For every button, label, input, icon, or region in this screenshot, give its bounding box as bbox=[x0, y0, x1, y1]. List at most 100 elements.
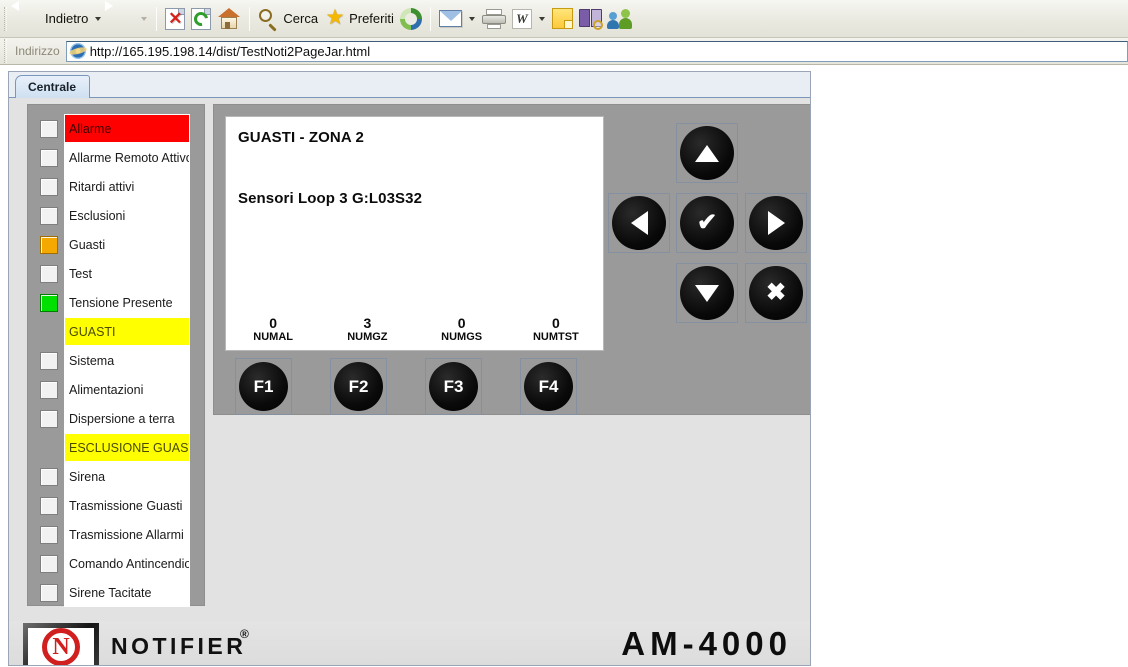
led-indicator-tensione bbox=[40, 293, 58, 312]
edit-dropdown-icon[interactable] bbox=[538, 16, 545, 21]
toolbar-separator bbox=[429, 6, 431, 31]
led-label: ESCLUSIONE GUASTI bbox=[64, 433, 190, 462]
function-key-f2[interactable]: F2 bbox=[330, 358, 387, 415]
note-button[interactable] bbox=[549, 4, 576, 34]
word-icon: W bbox=[511, 8, 532, 29]
led-row[interactable]: Guasti bbox=[40, 230, 190, 259]
counter-name: NUMTST bbox=[532, 331, 579, 343]
counter-value: 3 bbox=[363, 315, 372, 331]
function-key-f4-label: F4 bbox=[524, 362, 573, 411]
forward-history-dropdown-icon[interactable] bbox=[141, 16, 148, 21]
led-row[interactable]: Dispersione a terra bbox=[40, 404, 190, 433]
nav-down-button[interactable] bbox=[676, 263, 738, 323]
navigation-pad: ✔ ✖ bbox=[608, 123, 808, 323]
nav-left-button[interactable] bbox=[608, 193, 670, 253]
nav-right-button[interactable] bbox=[745, 193, 807, 253]
stop-button[interactable]: ✕ bbox=[162, 4, 188, 34]
function-key-row: F1 F2 F3 F4 bbox=[235, 358, 577, 415]
led-row[interactable]: Allarme Remoto Attivo bbox=[40, 143, 190, 172]
led-row[interactable]: Trasmissione Allarmi bbox=[40, 520, 190, 549]
led-indicator bbox=[40, 177, 58, 196]
function-key-f1[interactable]: F1 bbox=[235, 358, 292, 415]
led-label: Esclusioni bbox=[64, 201, 190, 230]
led-row[interactable]: Alimentazioni bbox=[40, 375, 190, 404]
nav-ok-button[interactable]: ✔ bbox=[676, 193, 738, 253]
led-row[interactable]: Sirene Tacitate bbox=[40, 578, 190, 607]
edit-with-word-button[interactable]: W bbox=[509, 4, 535, 34]
mail-button[interactable] bbox=[436, 4, 465, 34]
led-row[interactable]: Ritardi attivi bbox=[40, 172, 190, 201]
registered-mark: ® bbox=[240, 627, 249, 641]
address-input[interactable]: http://165.195.198.14/dist/TestNoti2Page… bbox=[65, 40, 1128, 62]
back-history-dropdown-icon[interactable] bbox=[95, 16, 102, 21]
toolbar-separator bbox=[249, 6, 251, 31]
led-row[interactable]: Comando Antincendio bbox=[40, 549, 190, 578]
control-console: GUASTI - ZONA 2 Sensori Loop 3 G:L03S32 … bbox=[213, 104, 810, 415]
lcd-line-2: Sensori Loop 3 G:L03S32 bbox=[238, 190, 423, 207]
history-button[interactable] bbox=[397, 4, 425, 34]
led-indicator-guasti bbox=[40, 235, 58, 254]
note-icon bbox=[551, 8, 573, 29]
led-row[interactable]: ESCLUSIONE GUASTI bbox=[40, 433, 190, 462]
panel-body: Allarme Allarme Remoto Attivo Ritardi at… bbox=[9, 98, 810, 665]
led-row[interactable]: Allarme bbox=[40, 114, 190, 143]
function-key-f3-label: F3 bbox=[429, 362, 478, 411]
address-url-text: http://165.195.198.14/dist/TestNoti2Page… bbox=[89, 43, 371, 59]
address-bar: Indirizzo http://165.195.198.14/dist/Tes… bbox=[0, 38, 1128, 65]
function-key-f3[interactable]: F3 bbox=[425, 358, 482, 415]
led-row[interactable]: Trasmissione Guasti bbox=[40, 491, 190, 520]
research-button[interactable] bbox=[576, 4, 605, 34]
counter-name: NUMAL bbox=[253, 331, 293, 343]
manufacturer-name: NOTIFIER bbox=[111, 633, 247, 659]
led-row[interactable]: Tensione Presente bbox=[40, 288, 190, 317]
led-row[interactable]: Sistema bbox=[40, 346, 190, 375]
addressbar-grip[interactable] bbox=[4, 39, 7, 63]
lcd-line-1: GUASTI - ZONA 2 bbox=[238, 129, 364, 146]
page-content: Centrale Allarme Allarme Remoto Attivo R… bbox=[0, 65, 1128, 666]
forward-button[interactable] bbox=[105, 4, 137, 34]
back-arrow-icon bbox=[16, 6, 42, 32]
nav-up-button[interactable] bbox=[676, 123, 738, 183]
home-icon bbox=[217, 8, 241, 29]
led-indicator bbox=[40, 264, 58, 283]
led-indicator bbox=[40, 525, 58, 544]
refresh-button[interactable] bbox=[188, 4, 214, 34]
mail-dropdown-icon[interactable] bbox=[468, 16, 475, 21]
arrow-down-icon bbox=[695, 284, 719, 302]
led-status-panel: Allarme Allarme Remoto Attivo Ritardi at… bbox=[27, 104, 205, 607]
led-indicator bbox=[40, 583, 58, 602]
nav-esc-button[interactable]: ✖ bbox=[745, 263, 807, 323]
function-key-f2-label: F2 bbox=[334, 362, 383, 411]
tab-strip: Centrale bbox=[9, 72, 810, 98]
back-button[interactable]: Indietro bbox=[13, 4, 91, 34]
home-button[interactable] bbox=[214, 4, 244, 34]
counter-name: NUMGS bbox=[441, 331, 483, 343]
led-row[interactable]: Esclusioni bbox=[40, 201, 190, 230]
counter-numgz: 3 NUMGZ bbox=[320, 316, 414, 344]
led-row[interactable]: Test bbox=[40, 259, 190, 288]
browser-chrome: Indietro ✕ Cerca ★ Preferiti W Indirizzo… bbox=[0, 0, 1128, 65]
toolbar-grip[interactable] bbox=[4, 6, 7, 31]
function-key-f4[interactable]: F4 bbox=[520, 358, 577, 415]
print-button[interactable] bbox=[479, 4, 509, 34]
led-row[interactable]: GUASTI bbox=[40, 317, 190, 346]
address-bar-label: Indirizzo bbox=[15, 44, 60, 58]
messenger-button[interactable] bbox=[605, 4, 634, 34]
counter-numtst: 0 NUMTST bbox=[509, 316, 603, 344]
tab-centrale[interactable]: Centrale bbox=[15, 75, 91, 98]
search-button[interactable]: Cerca bbox=[255, 4, 321, 34]
branding-footer: N NOTIFIER ® AM-4000 bbox=[9, 621, 810, 665]
check-icon: ✔ bbox=[696, 209, 718, 236]
star-icon: ★ bbox=[325, 5, 345, 29]
led-row[interactable]: Sirena bbox=[40, 462, 190, 491]
arrow-right-icon bbox=[767, 211, 785, 235]
led-label: Tensione Presente bbox=[64, 288, 190, 317]
led-label: Dispersione a terra bbox=[64, 404, 190, 433]
history-icon bbox=[399, 7, 422, 30]
favorites-button[interactable]: ★ Preferiti bbox=[321, 4, 397, 34]
led-indicator bbox=[40, 380, 58, 399]
forward-arrow-icon bbox=[108, 6, 134, 32]
led-label: Ritardi attivi bbox=[64, 172, 190, 201]
arrow-up-icon bbox=[695, 144, 719, 162]
refresh-icon bbox=[191, 7, 212, 30]
